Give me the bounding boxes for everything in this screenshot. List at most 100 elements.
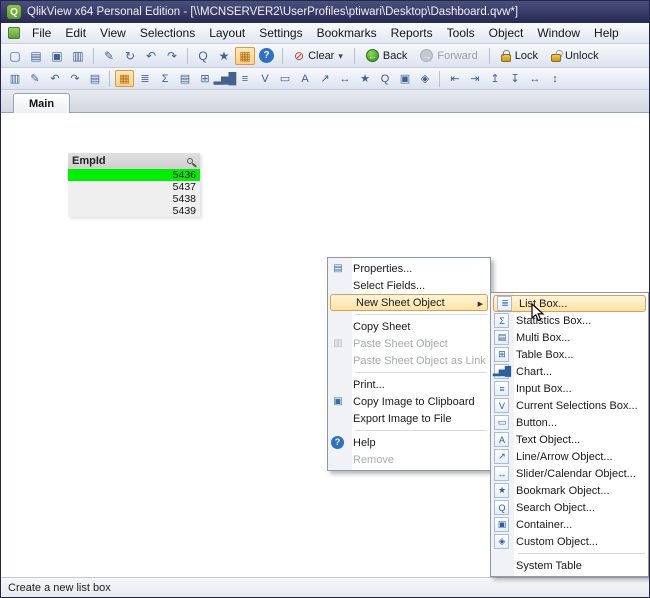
submenu-item-input-box[interactable]: ≡ Input Box... [491, 380, 648, 397]
submenu-item-search-object[interactable]: Q Search Object... [491, 499, 648, 516]
context-menu-item-print[interactable]: Print... [328, 376, 490, 393]
edit-script-icon[interactable]: ✎ [99, 47, 119, 65]
listbox-row[interactable]: 5437 [68, 181, 200, 193]
table-box-icon[interactable]: ⊞ [195, 70, 214, 87]
submenu-item-current-selections-box[interactable]: V Current Selections Box... [491, 397, 648, 414]
menu-object[interactable]: Object [482, 24, 531, 42]
context-menu-item-paste-sheet-object-as-link[interactable]: Paste Sheet Object as Link [328, 352, 490, 369]
help-icon[interactable]: ? [259, 48, 274, 63]
space-horizontal-icon[interactable]: ↔ [525, 70, 544, 87]
context-menu-item-copy-sheet[interactable]: Copy Sheet [328, 318, 490, 335]
multi-box-icon: ▤ [494, 330, 509, 345]
context-menu-item-help[interactable]: ? Help [328, 434, 490, 451]
submenu-item-text-object[interactable]: A Text Object... [491, 431, 648, 448]
unlock-button[interactable]: Unlock [545, 47, 605, 64]
menu-window[interactable]: Window [530, 24, 587, 42]
list-box-icon[interactable]: ≣ [135, 70, 154, 87]
lock-button[interactable]: Lock [495, 47, 544, 64]
align-left-icon[interactable]: ⇤ [445, 70, 464, 87]
input-box-icon[interactable]: ≡ [235, 70, 254, 87]
menu-bookmarks[interactable]: Bookmarks [310, 24, 384, 42]
title-bar[interactable]: Q QlikView x64 Personal Edition - [\\MCN… [1, 1, 649, 23]
menu-edit[interactable]: Edit [58, 24, 93, 42]
submenu-item-container[interactable]: ▣ Container... [491, 516, 648, 533]
align-top-icon[interactable]: ↥ [485, 70, 504, 87]
text-object-icon[interactable]: A [295, 70, 314, 87]
undo-icon[interactable]: ↶ [141, 47, 161, 65]
menu-layout[interactable]: Layout [202, 24, 252, 42]
menu-item-label: Search Object... [516, 502, 595, 514]
submenu-item-system-table[interactable]: System Table [491, 557, 648, 574]
context-menu-item-export-image-to-file[interactable]: Export Image to File [328, 410, 490, 427]
forward-button[interactable]: → Forward [414, 47, 483, 64]
submenu-item-multi-box[interactable]: ▤ Multi Box... [491, 329, 648, 346]
paste-icon[interactable]: ▥ [5, 70, 24, 87]
menu-reports[interactable]: Reports [384, 24, 440, 42]
submenu-item-bookmark-object[interactable]: ★ Bookmark Object... [491, 482, 648, 499]
print-icon[interactable]: ▥ [68, 47, 88, 65]
bookmark-icon[interactable]: ★ [214, 47, 234, 65]
format-painter-icon[interactable]: ✎ [25, 70, 44, 87]
search-object-icon[interactable]: Q [375, 70, 394, 87]
menu-file[interactable]: File [25, 24, 58, 42]
chart-icon[interactable]: ▂▅█ [215, 70, 234, 87]
search-icon[interactable]: Q [193, 47, 213, 65]
custom-object-icon[interactable]: ◈ [415, 70, 434, 87]
context-menu-item-properties[interactable]: ▤ Properties... [328, 260, 490, 277]
window-title: QlikView x64 Personal Edition - [\\MCNSE… [27, 6, 518, 18]
statistics-box-icon[interactable]: Σ [155, 70, 174, 87]
tab-main[interactable]: Main [13, 93, 70, 113]
undo-icon[interactable]: ↶ [45, 70, 64, 87]
sheet-properties-icon[interactable]: ▤ [85, 70, 104, 87]
menu-help[interactable]: Help [587, 24, 626, 42]
open-icon[interactable]: ▤ [26, 47, 46, 65]
document-icon[interactable] [8, 27, 20, 39]
menu-tools[interactable]: Tools [440, 24, 482, 42]
context-menu-item-remove[interactable]: Remove [328, 451, 490, 468]
submenu-item-slider-calendar-object[interactable]: ↔ Slider/Calendar Object... [491, 465, 648, 482]
submenu-item-button[interactable]: ▭ Button... [491, 414, 648, 431]
save-icon[interactable]: ▣ [47, 47, 67, 65]
back-button[interactable]: ← Back [360, 47, 413, 64]
menu-view[interactable]: View [93, 24, 133, 42]
menu-settings[interactable]: Settings [252, 24, 309, 42]
space-vertical-icon[interactable]: ↕ [545, 70, 564, 87]
empid-listbox[interactable]: EmpId 5436 5437 5438 5439 [68, 153, 200, 217]
menu-selections[interactable]: Selections [133, 24, 202, 42]
menu-item-label: Current Selections Box... [516, 400, 638, 412]
new-file-icon[interactable]: ▢ [5, 47, 25, 65]
menu-item-label: Chart... [516, 366, 552, 378]
listbox-row[interactable]: 5438 [68, 193, 200, 205]
context-menu-item-paste-sheet-object[interactable]: ▥ Paste Sheet Object [328, 335, 490, 352]
submenu-item-list-box[interactable]: ≣ List Box... [493, 295, 646, 312]
submenu-item-line-arrow-object[interactable]: ↗ Line/Arrow Object... [491, 448, 648, 465]
design-grid-icon[interactable]: ▦ [115, 70, 134, 87]
slider-icon[interactable]: ↔ [335, 70, 354, 87]
clear-button[interactable]: ⊘ Clear [288, 48, 349, 64]
listbox-header[interactable]: EmpId [68, 153, 200, 169]
container-icon[interactable]: ▣ [395, 70, 414, 87]
align-right-icon[interactable]: ⇥ [465, 70, 484, 87]
multi-box-icon[interactable]: ▤ [175, 70, 194, 87]
submenu-item-custom-object[interactable]: ◈ Custom Object... [491, 533, 648, 550]
tab-label: Main [29, 98, 54, 110]
reload-icon[interactable]: ↻ [120, 47, 140, 65]
bookmark-icon[interactable]: ★ [355, 70, 374, 87]
context-menu-item-new-sheet-object[interactable]: New Sheet Object [330, 294, 488, 311]
search-icon[interactable] [187, 158, 193, 164]
listbox-row[interactable]: 5439 [68, 205, 200, 217]
submenu-item-statistics-box[interactable]: Σ Statistics Box... [491, 312, 648, 329]
redo-icon[interactable]: ↷ [65, 70, 84, 87]
bookmark-icon: ★ [494, 483, 509, 498]
listbox-row-selected[interactable]: 5436 [68, 169, 200, 181]
align-bottom-icon[interactable]: ↧ [505, 70, 524, 87]
redo-icon[interactable]: ↷ [162, 47, 182, 65]
current-selections-box-icon[interactable]: V [255, 70, 274, 87]
line-arrow-icon[interactable]: ↗ [315, 70, 334, 87]
submenu-item-table-box[interactable]: ⊞ Table Box... [491, 346, 648, 363]
design-grid-icon[interactable]: ▦ [235, 47, 255, 65]
button-icon[interactable]: ▭ [275, 70, 294, 87]
context-menu-item-select-fields[interactable]: Select Fields... [328, 277, 490, 294]
context-menu-item-copy-image-to-clipboard[interactable]: ▣ Copy Image to Clipboard [328, 393, 490, 410]
submenu-item-chart[interactable]: ▂▅█ Chart... [491, 363, 648, 380]
